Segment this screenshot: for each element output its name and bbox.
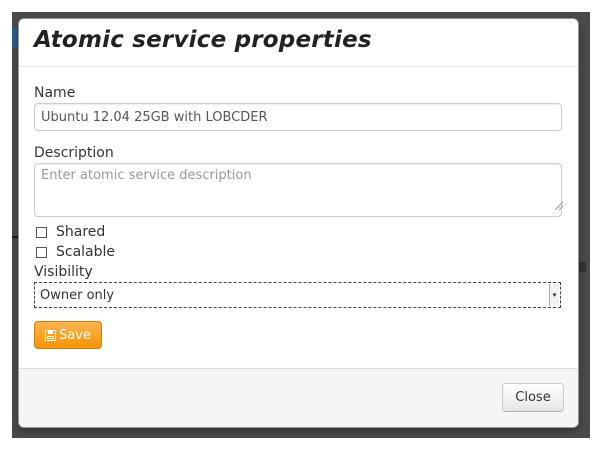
dialog-header: Atomic service properties — [19, 19, 578, 67]
name-label: Name — [34, 85, 76, 101]
scalable-checkbox-row[interactable]: Scalable — [34, 243, 115, 261]
save-icon — [45, 329, 57, 341]
description-textarea[interactable] — [34, 163, 562, 217]
visibility-label: Visibility — [34, 264, 93, 280]
description-label: Description — [34, 145, 114, 161]
shared-checkbox-row[interactable]: Shared — [34, 223, 105, 241]
visibility-select[interactable]: Owner only ▾ — [34, 282, 561, 308]
properties-dialog: Atomic service properties Name Descripti… — [18, 18, 579, 428]
save-button[interactable]: Save — [34, 321, 102, 349]
dropdown-arrow-icon[interactable]: ▾ — [549, 284, 559, 306]
shared-checkbox[interactable] — [36, 226, 47, 238]
resize-grip-icon[interactable] — [555, 202, 563, 210]
dialog-body: Name Description Shared Scalable Visibil… — [19, 67, 578, 349]
save-button-label: Save — [59, 327, 91, 343]
shared-label: Shared — [56, 224, 106, 240]
scalable-label: Scalable — [56, 244, 116, 260]
name-input[interactable] — [34, 103, 562, 131]
dialog-title: Atomic service properties — [34, 27, 372, 53]
background-fragment — [578, 262, 586, 272]
dialog-footer: Close — [19, 368, 578, 427]
visibility-selected-value: Owner only — [40, 288, 115, 303]
close-button[interactable]: Close — [502, 383, 564, 412]
scalable-checkbox[interactable] — [36, 246, 47, 258]
